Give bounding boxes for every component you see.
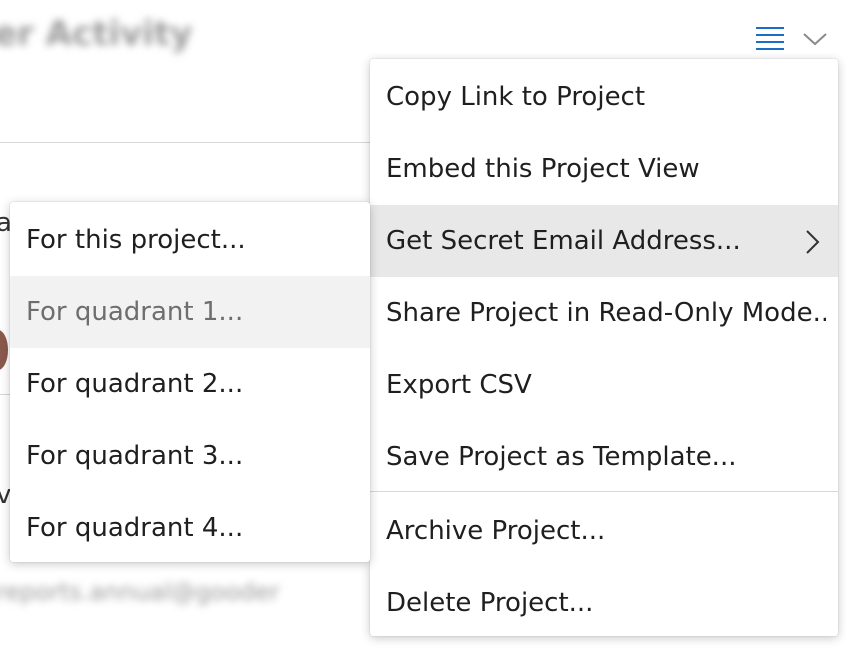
submenu-item-label: For quadrant 3... [26,441,244,471]
project-actions-menu: Copy Link to Project Embed this Project … [370,59,838,636]
submenu-item-label: For quadrant 2... [26,369,244,399]
page-title: er Activity [0,14,193,54]
menu-button[interactable] [752,22,788,56]
menu-item-label: Copy Link to Project [386,82,646,112]
menu-item-label: Export CSV [386,370,532,400]
expand-button[interactable] [800,26,830,52]
submenu-item-label: For quadrant 4... [26,513,244,543]
embed-view-item[interactable]: Embed this Project View [370,133,838,205]
hamburger-icon [756,27,784,50]
menu-separator [370,491,838,492]
save-template-item[interactable]: Save Project as Template... [370,421,838,493]
submenu-item-label: For quadrant 1... [26,297,244,327]
avatar [0,330,8,370]
copy-link-item[interactable]: Copy Link to Project [370,61,838,133]
chevron-down-icon [803,33,827,46]
archive-project-item[interactable]: Archive Project... [370,495,838,567]
delete-project-item[interactable]: Delete Project... [370,567,838,636]
page: er Activity a v reports.annual@gooder Co… [0,0,846,650]
menu-item-label: Archive Project... [386,516,606,546]
menu-item-label: Get Secret Email Address... [386,226,741,256]
secret-email-item[interactable]: Get Secret Email Address... [370,205,838,277]
menu-item-label: Delete Project... [386,588,594,618]
secret-email-submenu: For this project... For quadrant 1... Fo… [10,202,370,562]
submenu-item-quadrant-3[interactable]: For quadrant 3... [10,420,370,492]
email-text: reports.annual@gooder [0,578,280,606]
menu-item-label: Embed this Project View [386,154,700,184]
menu-item-label: Save Project as Template... [386,442,737,472]
submenu-item-quadrant-4[interactable]: For quadrant 4... [10,492,370,562]
menu-item-label: Share Project in Read-Only Mode... [386,298,826,328]
divider [0,142,380,143]
submenu-item-quadrant-1[interactable]: For quadrant 1... [10,276,370,348]
submenu-item-label: For this project... [26,225,246,255]
share-read-only-item[interactable]: Share Project in Read-Only Mode... [370,277,838,349]
export-csv-item[interactable]: Export CSV [370,349,838,421]
submenu-item-quadrant-2[interactable]: For quadrant 2... [10,348,370,420]
chevron-right-icon [806,230,820,254]
submenu-item-project[interactable]: For this project... [10,204,370,276]
